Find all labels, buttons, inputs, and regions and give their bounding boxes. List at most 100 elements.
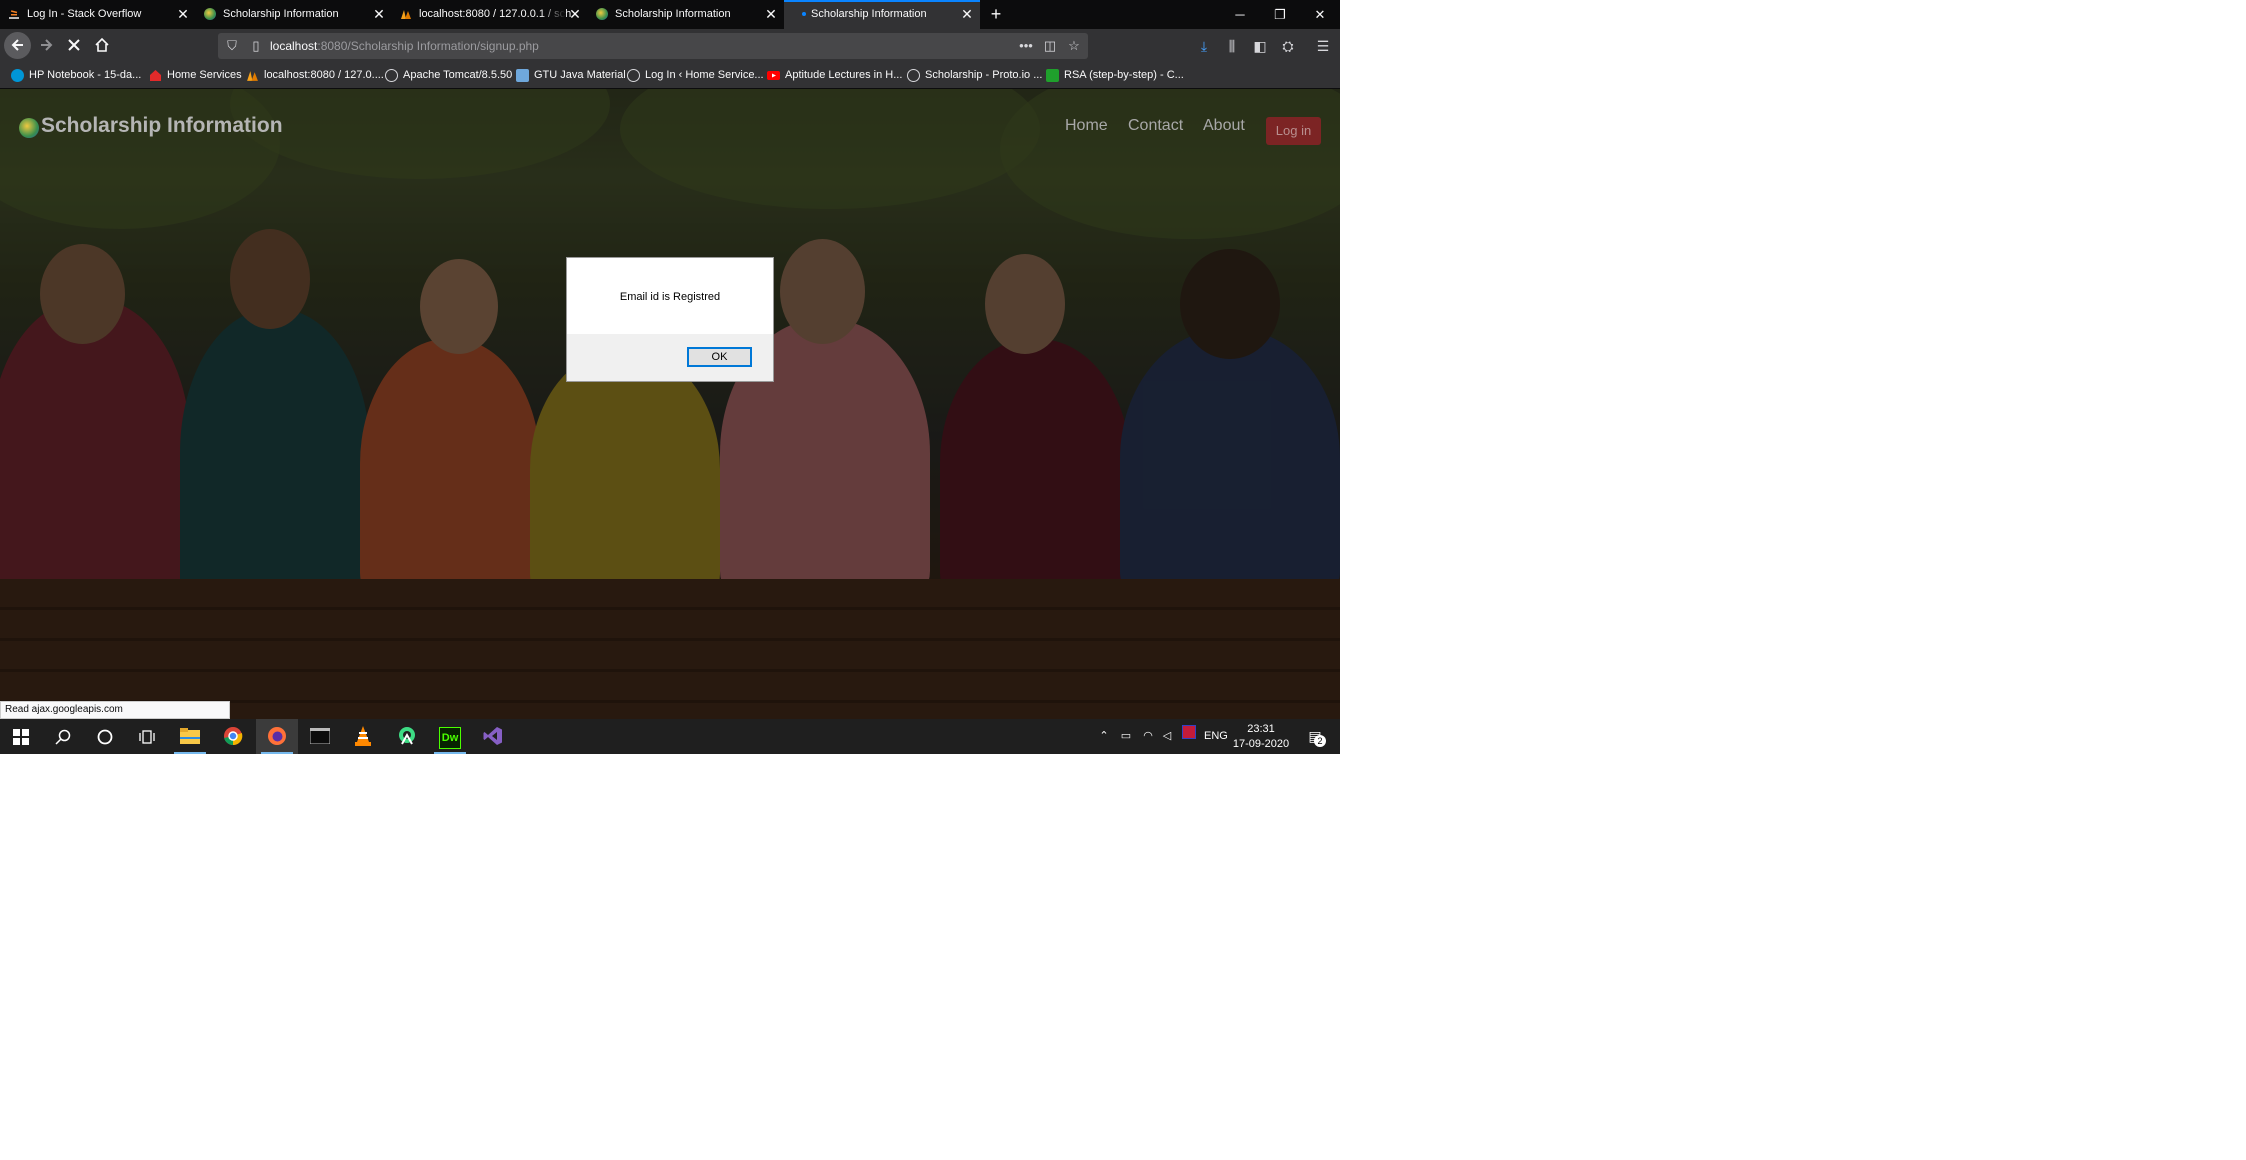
q-logo-icon	[1046, 69, 1059, 82]
stop-button[interactable]	[60, 32, 87, 59]
status-text: Read ajax.googleapis.com	[0, 701, 230, 719]
url-path: :8080/Scholarship Information/signup.php	[317, 39, 539, 53]
stackoverflow-icon	[9, 10, 19, 19]
windows-logo-icon	[13, 729, 29, 745]
alert-message: Email id is Registred	[619, 291, 721, 303]
speaker-icon[interactable]: ◁	[1158, 719, 1176, 754]
task-view-icon	[139, 730, 155, 744]
vlc-button[interactable]	[342, 719, 384, 754]
bookmark-label: Apache Tomcat/8.5.50	[403, 69, 513, 81]
task-view-button[interactable]	[126, 719, 168, 754]
close-tab-icon[interactable]: ✕	[176, 0, 190, 29]
pocket-icon[interactable]: ◫	[1040, 33, 1060, 59]
minimize-button[interactable]: ─	[1220, 0, 1260, 29]
visual-studio-button[interactable]	[472, 719, 514, 754]
loading-dot-icon	[802, 12, 806, 16]
android-studio-button[interactable]	[386, 719, 428, 754]
app-tray-icon[interactable]	[1180, 719, 1198, 754]
close-tab-icon[interactable]: ✕	[568, 0, 582, 29]
site-title[interactable]: Scholarship Information	[41, 114, 283, 138]
system-clock[interactable]: 23:31 17-09-2020	[1230, 722, 1292, 752]
bookmark-hp-notebook[interactable]: HP Notebook - 15-da...	[11, 62, 141, 89]
visual-studio-icon	[483, 727, 502, 745]
bookmark-login-home-service[interactable]: Log In ‹ Home Service...	[627, 62, 764, 89]
tab-stackoverflow[interactable]: Log In - Stack Overflow ✕	[0, 0, 196, 29]
tab-scholarship-active[interactable]: Scholarship Information ✕	[784, 0, 980, 29]
folder-icon	[180, 728, 200, 744]
ok-button[interactable]: OK	[687, 347, 752, 367]
dreamweaver-button[interactable]: Dw	[429, 719, 471, 754]
bookmark-label: Aptitude Lectures in H...	[785, 69, 903, 81]
youtube-icon	[767, 71, 780, 80]
restore-button[interactable]: ❐	[1260, 0, 1300, 29]
library-icon[interactable]: ⫼	[1221, 35, 1243, 57]
cortana-button[interactable]	[84, 719, 126, 754]
tab-phpmyadmin[interactable]: localhost:8080 / 127.0.0.1 / sch ✕	[392, 0, 588, 29]
firefox-button[interactable]	[256, 719, 298, 754]
menu-hamburger-icon[interactable]: ☰	[1312, 35, 1334, 57]
phpmyadmin-icon	[247, 71, 258, 81]
page-actions-icon[interactable]: •••	[1016, 33, 1036, 59]
close-tab-icon[interactable]: ✕	[764, 0, 778, 29]
bookmark-rsa[interactable]: RSA (step-by-step) - C...	[1046, 62, 1184, 89]
clock-time: 23:31	[1247, 723, 1275, 735]
nav-about[interactable]: About	[1203, 117, 1245, 135]
bookmark-localhost[interactable]: localhost:8080 / 127.0....	[246, 62, 384, 89]
new-tab-button[interactable]: +	[985, 0, 1007, 29]
tab-strip: Log In - Stack Overflow ✕ Scholarship In…	[0, 0, 1340, 29]
url-bar[interactable]: ⛉ ▯ localhost:8080/Scholarship Informati…	[218, 33, 1088, 59]
sidebar-icon[interactable]: ◧	[1249, 35, 1271, 57]
close-tab-icon[interactable]: ✕	[960, 0, 974, 29]
screen: Log In - Stack Overflow ✕ Scholarship In…	[0, 0, 1340, 754]
terminal-icon	[309, 727, 331, 745]
nav-contact[interactable]: Contact	[1128, 117, 1183, 135]
arrow-left-icon	[11, 39, 23, 51]
terminal-button[interactable]	[299, 719, 341, 754]
page-content: Scholarship Information Home Contact Abo…	[0, 89, 1340, 719]
bookmark-label: Home Services	[167, 69, 242, 81]
downloads-icon[interactable]: ⤓	[1193, 35, 1215, 57]
home-button[interactable]	[88, 32, 115, 59]
notification-center[interactable]: ▤ 2	[1304, 719, 1326, 754]
file-explorer-button[interactable]	[169, 719, 211, 754]
globe-icon	[627, 69, 640, 82]
bookmark-gtu-java[interactable]: GTU Java Material	[516, 62, 626, 89]
bookmark-apache-tomcat[interactable]: Apache Tomcat/8.5.50	[385, 62, 512, 89]
alert-dialog: Email id is Registred OK	[566, 257, 774, 382]
bookmark-star-icon[interactable]: ☆	[1064, 33, 1084, 59]
tab-scholarship-1[interactable]: Scholarship Information ✕	[196, 0, 392, 29]
url-host: localhost	[270, 39, 318, 53]
tab-scholarship-2[interactable]: Scholarship Information ✕	[588, 0, 784, 29]
bookmark-home-services[interactable]: Home Services	[149, 62, 242, 89]
page-info-icon[interactable]: ▯	[246, 33, 266, 59]
search-button[interactable]	[42, 719, 84, 754]
close-window-button[interactable]: ✕	[1300, 0, 1340, 29]
forward-button[interactable]	[32, 32, 59, 59]
start-button[interactable]	[0, 719, 42, 754]
tab-title: Log In - Stack Overflow	[27, 8, 142, 20]
tab-title: Scholarship Information	[615, 8, 731, 20]
login-button[interactable]: Log in	[1266, 117, 1321, 145]
house-icon	[150, 70, 161, 81]
notification-count: 2	[1314, 735, 1326, 747]
nav-home[interactable]: Home	[1065, 117, 1108, 135]
battery-icon[interactable]: ▭	[1117, 719, 1135, 754]
tab-fade	[540, 0, 566, 29]
bookmark-proto-io[interactable]: Scholarship - Proto.io ...	[907, 62, 1042, 89]
search-icon	[55, 729, 71, 745]
bookmark-aptitude-lectures[interactable]: Aptitude Lectures in H...	[767, 62, 902, 89]
clock-date: 17-09-2020	[1232, 738, 1290, 750]
back-button[interactable]	[4, 32, 31, 59]
close-tab-icon[interactable]: ✕	[372, 0, 386, 29]
chrome-button[interactable]	[212, 719, 254, 754]
shield-icon[interactable]: ⛉	[222, 33, 242, 59]
tray-chevron-up-icon[interactable]: ⌃	[1096, 719, 1112, 754]
document-icon	[516, 69, 529, 82]
site-logo-icon[interactable]	[19, 118, 39, 138]
home-icon	[94, 37, 109, 52]
input-language[interactable]: ENG	[1204, 719, 1228, 754]
url-text[interactable]: localhost:8080/Scholarship Information/s…	[270, 33, 539, 59]
wifi-icon[interactable]: ◠	[1139, 719, 1157, 754]
extension-icon[interactable]: ⛭	[1277, 35, 1299, 57]
bookmark-label: RSA (step-by-step) - C...	[1064, 69, 1184, 81]
